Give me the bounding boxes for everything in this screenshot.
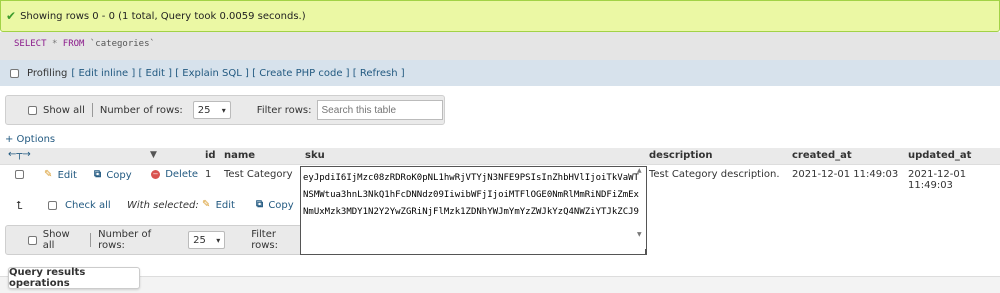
rows-select-value: 25 — [193, 234, 206, 246]
refresh-link[interactable]: [ Refresh ] — [353, 68, 405, 79]
check-icon: ✔ — [6, 9, 17, 23]
row-copy-action[interactable]: ⧉ Copy — [94, 169, 132, 181]
delete-icon: − — [151, 169, 160, 179]
number-of-rows-label-top: Number of rows: — [99, 104, 183, 116]
with-selected-label: With selected: — [127, 200, 199, 211]
cell-created-at[interactable]: 2021-12-01 11:49:03 — [792, 169, 898, 180]
row-copy-label: Copy — [106, 169, 132, 181]
cell-id[interactable]: 1 — [205, 169, 211, 180]
show-all-checkbox-top[interactable] — [28, 105, 37, 115]
profiling-checkbox[interactable] — [10, 68, 19, 78]
show-all-label-bottom: Show all — [42, 229, 70, 251]
sql-from-keyword: FROM — [62, 39, 85, 49]
scroll-up-icon[interactable]: ▲ — [637, 167, 642, 174]
column-header-created-at[interactable]: created_at — [792, 150, 852, 161]
rows-select-value: 25 — [197, 104, 211, 116]
pencil-icon: ✎ — [44, 169, 53, 180]
bottom-navigation-bar: Show all Number of rows: 25 ▾ Filter row… — [5, 225, 305, 255]
row-edit-label: Edit — [57, 169, 77, 181]
options-link[interactable]: + Options — [5, 134, 55, 145]
edit-inline-link[interactable]: [ Edit inline ] — [71, 68, 135, 79]
rows-select-top[interactable]: 25 ▾ — [192, 101, 231, 119]
check-all-checkbox[interactable] — [48, 201, 57, 210]
bulk-copy-label: Copy — [268, 199, 294, 211]
copy-icon: ⧉ — [256, 199, 264, 210]
cell-updated-at[interactable]: 2021-12-01 11:49:03 — [908, 169, 1000, 191]
sql-star: * — [51, 39, 58, 49]
show-all-label-top: Show all — [43, 104, 85, 116]
sql-select-keyword: SELECT — [14, 39, 47, 49]
footer-divider — [0, 276, 1000, 293]
filter-rows-label-top: Filter rows: — [256, 104, 312, 116]
cell-name[interactable]: Test Category — [224, 169, 293, 180]
success-text: Showing rows 0 - 0 (1 total, Query took … — [20, 10, 306, 22]
show-all-checkbox-bottom[interactable] — [28, 235, 37, 245]
sku-inline-editor[interactable]: eyJpdiI6IjMzc08zRDRoK0pNL1hwRjVTYjN3NFE9… — [300, 166, 647, 255]
profiling-label: Profiling — [27, 67, 68, 79]
column-header-description[interactable]: description — [649, 150, 713, 161]
top-navigation-bar: Show all Number of rows: 25 ▾ Filter row… — [5, 95, 445, 125]
column-resize-arrows[interactable]: ←┬→ — [8, 149, 31, 160]
bulk-copy-action[interactable]: ⧉ Copy — [256, 199, 294, 211]
column-header-id[interactable]: id — [205, 150, 216, 161]
resize-handle-icon[interactable] — [640, 249, 646, 255]
row-checkbox[interactable] — [15, 170, 24, 179]
editor-scrollbar[interactable]: ▲ ▼ — [635, 167, 645, 254]
separator — [90, 233, 92, 247]
filter-rows-label-bottom: Filter rows: — [251, 229, 278, 251]
rows-select-bottom[interactable]: 25 ▾ — [188, 231, 226, 249]
edit-link[interactable]: [ Edit ] — [138, 68, 172, 79]
check-all-label[interactable]: Check all — [65, 200, 111, 211]
query-results-operations-tab[interactable]: Query results operations — [8, 267, 140, 289]
sql-table-name: `categories` — [89, 39, 155, 49]
number-of-rows-label-bottom: Number of rows: — [98, 229, 152, 251]
row-delete-action[interactable]: − Delete — [151, 169, 198, 180]
column-header-sku[interactable]: sku — [305, 150, 325, 161]
scroll-down-icon[interactable]: ▼ — [637, 231, 642, 238]
column-header-updated-at[interactable]: updated_at — [908, 150, 971, 161]
bulk-edit-label: Edit — [215, 199, 235, 211]
chevron-down-icon: ▾ — [221, 105, 226, 115]
chevron-down-icon: ▾ — [216, 235, 221, 245]
separator — [91, 103, 93, 117]
pencil-icon: ✎ — [202, 199, 211, 210]
profiling-bar: Profiling [ Edit inline ] [ Edit ] [ Exp… — [0, 60, 1000, 86]
row-edit-action[interactable]: ✎ Edit — [44, 169, 77, 181]
sort-dropdown-icon[interactable]: ▼ — [150, 150, 157, 160]
sql-query: SELECT * FROM `categories` — [14, 39, 155, 49]
create-php-code-link[interactable]: [ Create PHP code ] — [252, 68, 349, 79]
row-delete-label: Delete — [165, 169, 199, 180]
bulk-edit-action[interactable]: ✎ Edit — [202, 199, 235, 211]
copy-icon: ⧉ — [94, 169, 102, 180]
filter-rows-input[interactable] — [316, 100, 443, 120]
column-header-name[interactable]: name — [224, 150, 255, 161]
success-message: ✔ Showing rows 0 - 0 (1 total, Query too… — [0, 0, 1000, 32]
arrow-left-icon: ⮤ — [16, 199, 23, 212]
cell-description[interactable]: Test Category description. — [649, 169, 780, 180]
explain-sql-link[interactable]: [ Explain SQL ] — [175, 68, 249, 79]
